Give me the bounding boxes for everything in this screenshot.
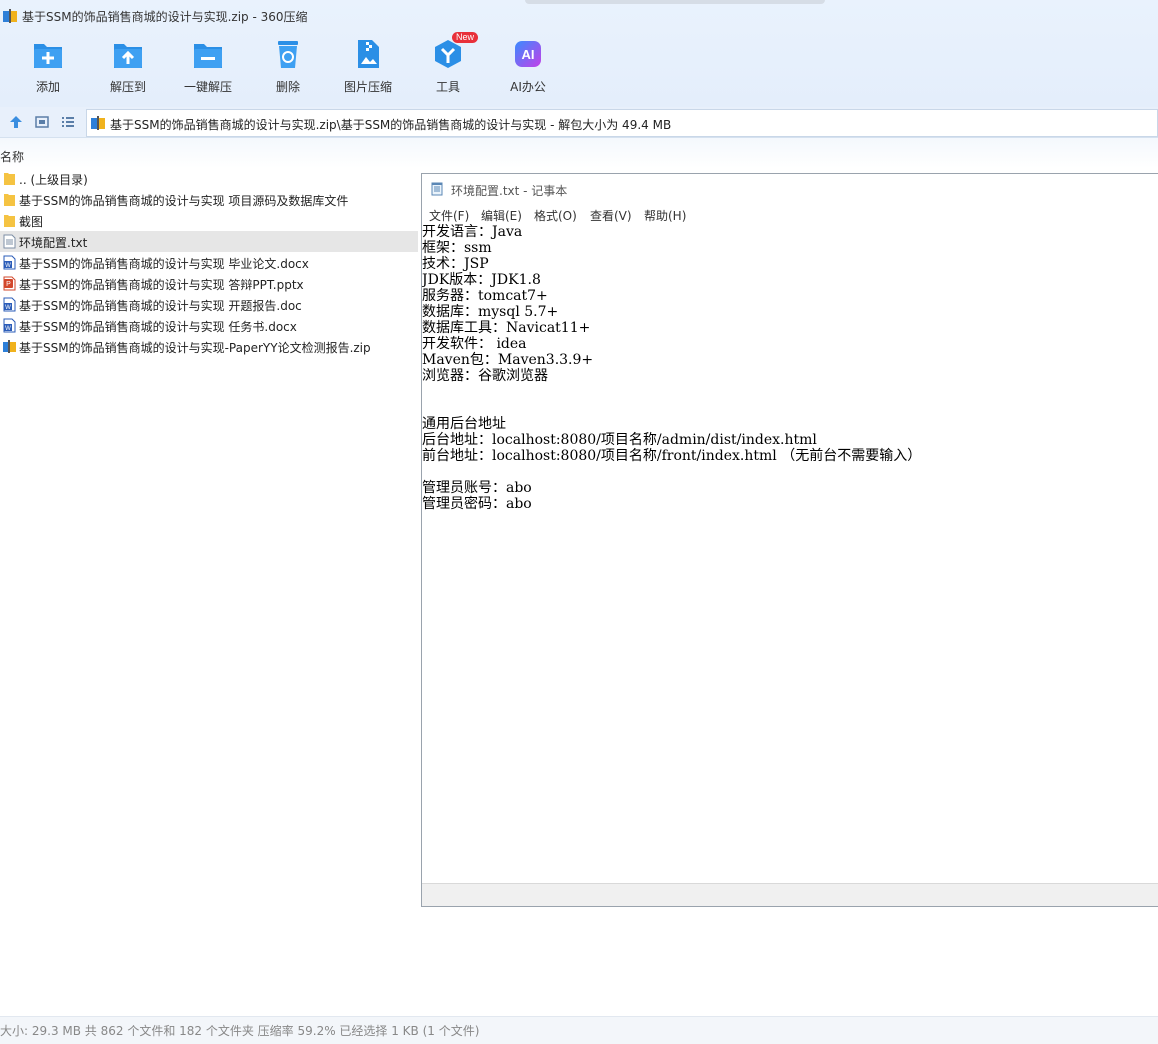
notepad-menu-bar: 文件(F) 编辑(E) 格式(O) 查看(V) 帮助(H) [422,204,1158,224]
notepad-text-area[interactable]: 开发语言：Java 框架：ssm 技术：JSP JDK版本：JDK1.8 服务器… [422,224,1158,884]
recycle-bin-icon [272,38,304,70]
word-file-icon: W [3,318,16,333]
menu-file[interactable]: 文件(F) [429,207,469,224]
add-icon [32,38,64,70]
extract-to-button[interactable]: 解压到 [92,38,164,95]
notepad-window: 环境配置.txt - 记事本 文件(F) 编辑(E) 格式(O) 查看(V) 帮… [421,173,1158,907]
file-name: 截图 [19,215,44,229]
list-item-file[interactable]: W 基于SSM的饰品销售商城的设计与实现 毕业论文.docx [0,252,418,273]
file-name: .. (上级目录) [19,173,88,187]
extract-to-icon [112,38,144,70]
zip-file-icon [3,339,16,354]
tools-icon: New [432,32,478,70]
list-item-file[interactable]: W 基于SSM的饰品销售商城的设计与实现 任务书.docx [0,315,418,336]
folder-icon [3,213,16,228]
svg-text:P: P [6,281,11,288]
image-compress-label: 图片压缩 [343,80,392,94]
address-input[interactable]: 基于SSM的饰品销售商城的设计与实现.zip\基于SSM的饰品销售商城的设计与实… [86,109,1158,137]
one-click-extract-button[interactable]: 一键解压 [172,38,244,95]
folder-icon [3,171,16,186]
word-file-icon: W [3,297,16,312]
list-item-parent-dir[interactable]: .. (上级目录) [0,168,418,189]
up-level-icon[interactable] [9,115,23,129]
one-click-extract-icon [192,38,224,70]
menu-help[interactable]: 帮助(H) [644,207,686,224]
status-bar: 大小: 29.3 MB 共 862 个文件和 182 个文件夹 压缩率 59.2… [0,1016,1158,1044]
notepad-status-bar [422,883,1158,906]
file-name: 基于SSM的饰品销售商城的设计与实现 任务书.docx [19,320,297,334]
file-name: 基于SSM的饰品销售商城的设计与实现 开题报告.doc [19,299,302,313]
window-title: 基于SSM的饰品销售商城的设计与实现.zip - 360压缩 [22,10,308,24]
zip-archive-icon [91,116,105,130]
notepad-icon [431,182,443,196]
file-list-header: 名称 [0,138,1158,168]
svg-text:AI: AI [522,47,535,62]
image-compress-button[interactable]: 图片压缩 [332,38,404,95]
list-item-selected-file[interactable]: 环境配置.txt [0,231,418,252]
list-view-icon[interactable] [61,115,75,129]
ppt-file-icon: P [3,276,16,291]
list-item-folder[interactable]: 截图 [0,210,418,231]
notepad-title-bar[interactable]: 环境配置.txt - 记事本 [422,174,1158,204]
ai-office-label: AI办公 [510,80,546,94]
list-item-file[interactable]: P 基于SSM的饰品销售商城的设计与实现 答辩PPT.pptx [0,273,418,294]
tools-button[interactable]: New 工具 [412,32,484,95]
menu-edit[interactable]: 编辑(E) [481,207,522,224]
svg-text:W: W [5,305,11,311]
file-name: 基于SSM的饰品销售商城的设计与实现 答辩PPT.pptx [19,278,304,292]
add-button[interactable]: 添加 [12,38,84,95]
title-bar: 基于SSM的饰品销售商城的设计与实现.zip - 360压缩 [0,0,1158,28]
column-header-name[interactable]: 名称 [0,148,24,165]
svg-text:W: W [5,326,11,332]
ai-office-button[interactable]: AI AI办公 [492,38,564,95]
delete-label: 删除 [275,80,300,94]
menu-format[interactable]: 格式(O) [534,207,577,224]
ai-office-icon: AI [512,38,544,70]
menu-view[interactable]: 查看(V) [590,207,632,224]
file-name: 环境配置.txt [19,236,88,250]
image-zip-icon [352,38,384,70]
text-file-icon [3,234,16,249]
new-badge: New [451,32,478,43]
title-decoration [525,0,825,4]
zip-archive-icon [3,9,17,23]
file-name: 基于SSM的饰品销售商城的设计与实现 毕业论文.docx [19,257,309,271]
tools-label: 工具 [435,80,460,94]
notepad-title: 环境配置.txt - 记事本 [451,184,568,198]
delete-button[interactable]: 删除 [252,38,324,95]
file-name: 基于SSM的饰品销售商城的设计与实现-PaperYY论文检测报告.zip [19,341,371,355]
status-text: 大小: 29.3 MB 共 862 个文件和 182 个文件夹 压缩率 59.2… [0,1024,480,1038]
list-item-file[interactable]: W 基于SSM的饰品销售商城的设计与实现 开题报告.doc [0,294,418,315]
thumbnail-view-icon[interactable] [35,115,49,129]
svg-text:W: W [5,263,11,269]
address-path: 基于SSM的饰品销售商城的设计与实现.zip\基于SSM的饰品销售商城的设计与实… [110,118,672,132]
list-item-folder[interactable]: 基于SSM的饰品销售商城的设计与实现 项目源码及数据库文件 [0,189,418,210]
top-area: 基于SSM的饰品销售商城的设计与实现.zip - 360压缩 添加 解压到 一键… [0,0,1158,107]
extract-to-label: 解压到 [109,80,146,94]
one-click-extract-label: 一键解压 [183,80,232,94]
add-label: 添加 [35,80,60,94]
folder-icon [3,192,16,207]
word-file-icon: W [3,255,16,270]
list-item-file[interactable]: 基于SSM的饰品销售商城的设计与实现-PaperYY论文检测报告.zip [0,336,418,357]
file-name: 基于SSM的饰品销售商城的设计与实现 项目源码及数据库文件 [19,194,349,208]
address-bar-row: 基于SSM的饰品销售商城的设计与实现.zip\基于SSM的饰品销售商城的设计与实… [0,107,1158,138]
